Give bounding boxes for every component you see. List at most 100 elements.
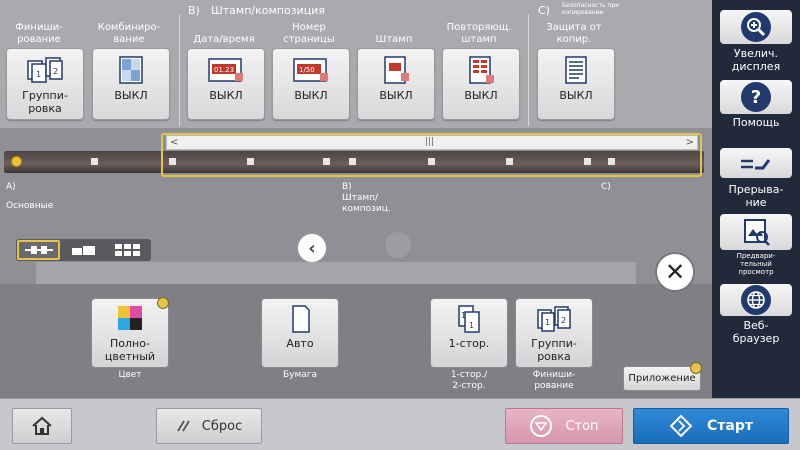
collapse-arrow-icon[interactable]: ‹ — [297, 233, 327, 263]
simplex-icon: 1 1 — [458, 305, 480, 333]
paper-icon — [292, 305, 310, 333]
copy-screen: B) Штамп/композиция C) Безопасность при … — [0, 0, 800, 450]
stamp-label: Штамп — [375, 34, 413, 45]
section-c-letter: C) — [538, 4, 550, 17]
combine-label: Комбиниро- вание — [97, 22, 161, 45]
nav-label-basic[interactable]: Основные — [6, 201, 53, 212]
repeat-stamp-icon — [469, 56, 494, 84]
track-view-icon — [24, 246, 53, 254]
view-mode-group — [16, 239, 151, 261]
combine-button[interactable]: ВЫКЛ — [92, 48, 170, 120]
magnify-icon — [741, 12, 771, 42]
web-browser-icon — [741, 285, 771, 315]
start-label: Старт — [707, 418, 753, 434]
page-number-button[interactable]: 1/50 ВЫКЛ — [272, 48, 350, 120]
close-icon[interactable]: ✕ — [655, 252, 695, 292]
repeat-stamp-button[interactable]: ВЫКЛ — [442, 48, 520, 120]
duplex-value: 1-стор. — [448, 337, 490, 350]
preview-icon — [744, 219, 770, 246]
svg-text:1: 1 — [469, 321, 474, 330]
page-number-value: ВЫКЛ — [294, 89, 328, 102]
scroll-left-icon[interactable]: < — [170, 136, 178, 149]
stop-icon — [530, 415, 553, 437]
finishing-value: Группи- ровка — [22, 89, 68, 115]
tab-view-icon — [71, 246, 95, 255]
stamp-value: ВЫКЛ — [379, 89, 413, 102]
finishing-label: Финиши- рование — [15, 22, 63, 45]
duplex-button[interactable]: 1 1 1-стор. — [430, 298, 508, 368]
section-b-letter: B) — [188, 4, 200, 17]
finishing-icon: 1 2 — [537, 306, 571, 332]
nav-label-a: A) — [6, 182, 16, 192]
svg-text:01.23: 01.23 — [214, 66, 234, 74]
help-label: Помощь — [732, 116, 780, 129]
view-mode-grid[interactable] — [106, 240, 149, 260]
datetime-button[interactable]: 01.23 ВЫКЛ — [187, 48, 265, 120]
color-value: Полно- цветный — [104, 337, 156, 363]
interrupt-label: Прерыва- ние — [728, 183, 784, 209]
start-button[interactable]: Старт — [633, 408, 789, 444]
repeat-stamp-value: ВЫКЛ — [464, 89, 498, 102]
help-button[interactable]: ? — [720, 80, 792, 114]
web-browser-button[interactable] — [720, 284, 792, 316]
color-button[interactable]: Полно- цветный — [91, 298, 169, 368]
basic-finishing-button[interactable]: 1 2 Группи- ровка — [515, 298, 593, 368]
stamp-button[interactable]: ВЫКЛ — [357, 48, 435, 120]
section-b-title: Штамп/композиция — [211, 4, 325, 17]
zoom-display-button[interactable] — [720, 10, 792, 44]
start-icon — [669, 414, 693, 438]
view-mode-tabs[interactable] — [62, 240, 105, 260]
basic-panel-tab — [36, 262, 636, 286]
reset-icon — [176, 420, 190, 432]
datetime-value: ВЫКЛ — [209, 89, 243, 102]
interrupt-button[interactable] — [720, 148, 792, 178]
basic-finishing-caption: Финиши- рование — [532, 370, 576, 391]
stop-button[interactable]: Стоп — [505, 408, 623, 444]
reset-label: Сброс — [201, 418, 243, 434]
staple-group-icon: 1 2 — [27, 57, 63, 83]
page-number-label: Номер страницы — [283, 22, 335, 45]
svg-text:1: 1 — [36, 70, 41, 79]
home-button[interactable] — [12, 408, 72, 444]
track-marker — [91, 158, 98, 165]
svg-text:1: 1 — [461, 311, 466, 320]
page-number-icon: 1/50 — [293, 58, 328, 82]
datetime-label: Дата/время — [193, 34, 255, 45]
datetime-icon: 01.23 — [208, 58, 243, 82]
svg-text:2: 2 — [561, 316, 566, 325]
help-icon: ? — [741, 82, 771, 112]
reset-button[interactable]: Сброс — [156, 408, 262, 444]
combine-value: ВЫКЛ — [114, 89, 148, 102]
svg-text:1: 1 — [545, 318, 550, 327]
section-c-title: Безопасность при копировании — [562, 2, 620, 16]
function-panel: B) Штамп/композиция C) Безопасность при … — [0, 0, 712, 128]
svg-text:1/50: 1/50 — [299, 66, 315, 74]
svg-text:2: 2 — [53, 67, 58, 76]
nav-label-stamp[interactable]: B) Штамп/ композиц. — [342, 182, 391, 215]
bottom-bar: Сброс Стоп Старт — [0, 398, 800, 450]
scroll-right-icon[interactable]: > — [686, 136, 694, 149]
repeat-stamp-label: Повторяющ. штамп — [446, 22, 512, 45]
section-divider — [528, 14, 529, 126]
preview-button[interactable] — [720, 214, 792, 250]
copy-protect-button[interactable]: ВЫКЛ — [537, 48, 615, 120]
stamp-icon — [384, 56, 409, 84]
view-mode-track[interactable] — [17, 240, 60, 260]
finishing-button[interactable]: 1 2 Группи- ровка — [6, 48, 84, 120]
application-indicator-dot — [690, 362, 702, 374]
grid-view-icon — [114, 244, 140, 256]
home-icon — [32, 416, 52, 435]
copy-protect-label: Защита от копир. — [546, 22, 602, 45]
scroll-grip-icon[interactable]: ||| — [425, 136, 434, 149]
interrupt-icon — [741, 159, 771, 170]
current-position-marker — [11, 156, 22, 167]
combine-icon — [119, 56, 143, 84]
copy-protect-icon — [565, 56, 587, 84]
paper-button[interactable]: Авто — [261, 298, 339, 368]
web-browser-label: Веб- браузер — [732, 319, 780, 345]
preview-label: Предвари- тельный просмотр — [736, 252, 776, 276]
scrollbar[interactable]: < ||| > — [166, 135, 698, 150]
nav-label-c[interactable]: C) — [601, 182, 611, 193]
paper-value: Авто — [286, 337, 314, 350]
section-divider — [179, 14, 180, 126]
